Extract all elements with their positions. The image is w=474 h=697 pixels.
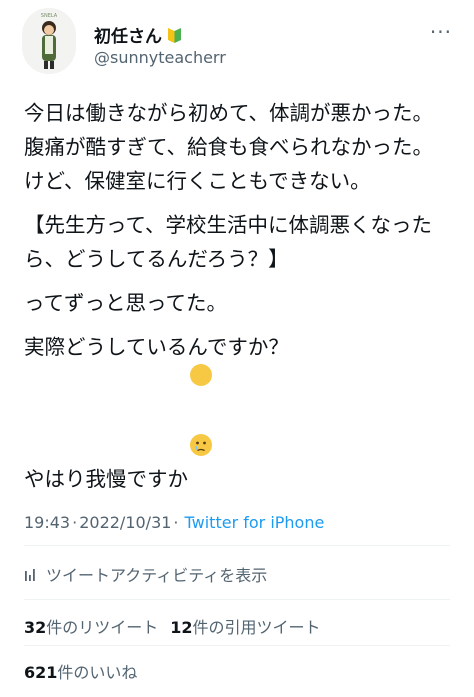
engagement-stats: 32件のリツイート 12件の引用ツイート [24, 614, 333, 638]
quote-tweets-stat[interactable]: 12件の引用ツイート [170, 614, 320, 638]
bar-chart-icon [24, 567, 38, 581]
likes-stat[interactable]: 621件のいいね [24, 659, 137, 683]
tweet-line: ってずっと思ってた。 [24, 291, 227, 315]
tweet-line: やはり我慢ですか [24, 467, 188, 491]
tweet-header: SNELA 初任さん @sunnyteacherr ··· [0, 0, 474, 90]
tweet-source-link[interactable]: Twitter for iPhone [185, 513, 325, 532]
user-handle[interactable]: @sunnyteacherr [94, 48, 226, 67]
tweet-line: 腹痛が酷すぎて、給食も食べられなかった。 [24, 135, 433, 159]
likes-label: 件のいいね [57, 663, 138, 682]
tweet-line: 【先生方って、学校生活中に体調悪くなったら、どうしてるんだろう？】 [24, 213, 432, 271]
divider [24, 599, 450, 600]
tweet-body: 今日は働きながら初めて、体調が悪かった。 腹痛が酷すぎて、給食も食べられなかった… [24, 96, 454, 496]
tweet-meta: 19:43 · 2022/10/31 · Twitter for iPhone [24, 513, 324, 532]
quotes-count: 12 [170, 618, 193, 637]
avatar[interactable]: SNELA [22, 8, 76, 74]
divider [24, 645, 450, 646]
avatar-label: SNELA [41, 13, 58, 19]
likes-count: 621 [24, 663, 58, 682]
retweets-stat[interactable]: 32件のリツイート [24, 614, 158, 638]
tweet-line: 実際どうしているんですか？ [24, 335, 289, 359]
display-name[interactable]: 初任さん [94, 22, 162, 47]
retweets-label: 件のリツイート [46, 618, 159, 637]
meta-separator: · [173, 513, 179, 532]
quotes-label: 件の引用ツイート [192, 618, 321, 637]
beginner-mark-icon [167, 26, 182, 44]
retweets-count: 32 [24, 618, 47, 637]
divider [24, 545, 450, 546]
face-holding-back-tears-emoji [190, 364, 212, 456]
ellipsis-horizontal-icon[interactable]: ··· [430, 22, 452, 42]
meta-separator: · [72, 513, 78, 532]
activity-label: ツイートアクティビティを表示 [46, 566, 268, 585]
tweet-last-line: やはり我慢ですか [24, 364, 454, 496]
tweet-date: 2022/10/31 [79, 513, 172, 532]
tweet-line: けど、保健室に行くこともできない。 [24, 169, 371, 193]
view-tweet-activity[interactable]: ツイートアクティビティを表示 [24, 562, 267, 586]
name-line: 初任さん [94, 22, 182, 47]
cartoon-teacher-avatar-icon: SNELA [22, 8, 76, 74]
tweet-line: 今日は働きながら初めて、体調が悪かった。 [24, 101, 433, 125]
tweet-time: 19:43 [24, 513, 71, 532]
